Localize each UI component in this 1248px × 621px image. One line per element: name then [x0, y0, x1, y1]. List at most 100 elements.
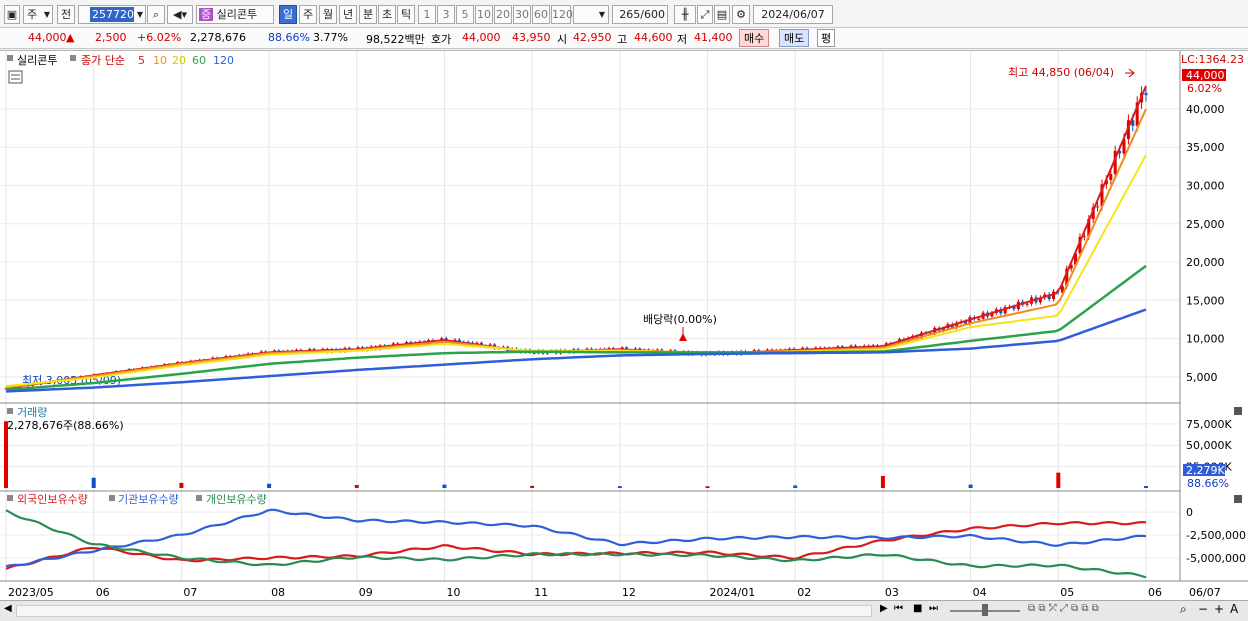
ma-line-60	[5, 264, 1147, 392]
volume-panel-title[interactable]: 거래량	[17, 406, 47, 419]
max-arrow-icon	[1125, 68, 1135, 78]
scroll-right-icon[interactable]: ▶	[880, 603, 888, 614]
candle-icon[interactable]: ╫	[674, 5, 696, 24]
x-axis-label: 2023/05	[8, 586, 54, 599]
interval-30[interactable]: 30	[513, 5, 531, 24]
forward-icon[interactable]: ⏭	[929, 603, 938, 614]
stock-name: 실리콘투	[216, 8, 258, 21]
interval-1[interactable]: 1	[418, 5, 436, 24]
rewind-icon[interactable]: ⏮	[894, 603, 903, 614]
candle-body	[1082, 236, 1086, 238]
legend-stock-name[interactable]: 실리콘투	[17, 54, 57, 67]
legend-marker	[7, 495, 13, 501]
interval-120[interactable]: 120	[551, 5, 573, 24]
volume-bar	[1056, 472, 1061, 488]
x-axis-label: 11	[534, 586, 548, 599]
legend-foreign-holdings[interactable]: 외국인보유수량	[17, 493, 88, 506]
save-icon[interactable]: ▤	[714, 5, 730, 24]
search-icon[interactable]: ⌕	[147, 5, 165, 24]
interval-10[interactable]: 10	[475, 5, 493, 24]
minus-icon[interactable]: −	[1198, 602, 1208, 616]
close-panel-icon[interactable]	[1234, 495, 1242, 503]
price-y-tick: 15,000	[1186, 294, 1225, 307]
stock-name-field[interactable]: 증 실리콘투	[196, 5, 274, 24]
close-panel-icon[interactable]	[1234, 407, 1242, 415]
candle-body	[1144, 92, 1148, 96]
interval-select[interactable]: ▼	[573, 5, 609, 24]
calculator-icon[interactable]	[8, 70, 23, 84]
candle-body	[1096, 206, 1100, 208]
high-price: 44,600	[634, 31, 673, 44]
high-label: 고	[617, 33, 628, 46]
eval-button[interactable]: 평	[817, 29, 836, 47]
legend-individual-holdings[interactable]: 개인보유수량	[206, 493, 267, 506]
buy-button[interactable]: 매수	[739, 29, 770, 47]
volume-bar	[91, 477, 96, 488]
speaker-icon[interactable]: ◀▾	[167, 5, 193, 24]
count-input[interactable]: 265	[619, 8, 640, 21]
period-tab-minute[interactable]: 분	[359, 5, 377, 24]
plus-icon[interactable]: +	[1214, 602, 1224, 616]
period-tab-tick[interactable]: 틱	[397, 5, 415, 24]
count-field[interactable]: 265/600	[612, 5, 668, 24]
legend-institution-holdings[interactable]: 기관보유수량	[118, 493, 179, 506]
period-tab-month[interactable]: 월	[319, 5, 337, 24]
legend-ma-20: 20	[172, 54, 186, 67]
sell-button[interactable]: 매도	[779, 29, 810, 47]
period-tab-day[interactable]: 일	[279, 5, 297, 24]
zoom-icon[interactable]: ⌕	[1180, 602, 1187, 617]
window-icon[interactable]: ▣	[4, 5, 20, 24]
period-tab-year[interactable]: 년	[339, 5, 357, 24]
period-tab-week[interactable]: 주	[299, 5, 317, 24]
line-tool-icon[interactable]: ⤢	[697, 5, 713, 24]
moving-average-lines	[5, 85, 1147, 393]
stock-code-field[interactable]: 257720 ▼	[78, 5, 146, 24]
ma-line-10	[5, 108, 1147, 389]
stop-icon[interactable]: ■	[913, 603, 922, 614]
chevron-down-icon[interactable]: ▼	[137, 6, 143, 23]
price-y-tick: 10,000	[1186, 333, 1225, 346]
x-axis-label: 03	[885, 586, 899, 599]
x-axis-label: 02	[797, 586, 811, 599]
price-y-tick: 5,000	[1186, 371, 1218, 384]
up-arrow-icon: ▲	[66, 31, 75, 44]
volume-bar	[4, 421, 8, 488]
candle-body	[1109, 174, 1113, 180]
zoom-slider-handle[interactable]	[982, 604, 988, 616]
date-field[interactable]: 2024/06/07	[753, 5, 833, 24]
period-type-select[interactable]: 주 ▼	[23, 5, 53, 24]
price-y-tick: 30,000	[1186, 179, 1225, 192]
gear-icon[interactable]: ⚙	[732, 5, 750, 24]
period-tab-second[interactable]: 초	[378, 5, 396, 24]
holdings-line-2	[5, 509, 1147, 579]
bottom-scroll-bar: ◀ ▶ ⏮ ■ ⏭ ⧉ ⧉ ⤱ ⤢ ⧉ ⧉ ⧉ ⌕ − + A	[0, 600, 1248, 621]
holdings-y-tick: -2,500,000	[1186, 529, 1246, 542]
interval-3[interactable]: 3	[437, 5, 455, 24]
chart-canvas[interactable]: 실리콘투 종가 단순 5 10 20 60 120 LC:1364.23 44,…	[0, 51, 1248, 601]
font-icon[interactable]: A	[1230, 602, 1238, 616]
x-axis-label: 2024/01	[710, 586, 756, 599]
stock-code-input[interactable]: 257720	[90, 7, 134, 22]
open-label: 시	[557, 33, 568, 46]
period-type-value: 주	[27, 8, 38, 21]
turnover-rate: 3.77%	[313, 31, 348, 44]
chart-area[interactable]: 실리콘투 종가 단순 5 10 20 60 120 LC:1364.23 44,…	[0, 50, 1248, 600]
interval-5[interactable]: 5	[456, 5, 474, 24]
prev-button[interactable]: 전	[57, 5, 75, 24]
interval-20[interactable]: 20	[494, 5, 512, 24]
layout-icons[interactable]: ⧉ ⧉ ⤱ ⤢ ⧉ ⧉ ⧉	[1028, 603, 1099, 614]
legend-ma-label[interactable]: 종가 단순	[81, 54, 125, 67]
low-label: 저	[677, 33, 688, 46]
scroll-left-icon[interactable]: ◀	[4, 603, 12, 614]
legend-marker	[7, 408, 13, 414]
price-y-axis: 40,000 35,000 30,000 25,000 20,000 15,000 10,0…	[1186, 103, 1225, 384]
candlestick-series	[4, 86, 1148, 390]
open-price: 42,950	[573, 31, 612, 44]
interval-60[interactable]: 60	[532, 5, 550, 24]
change-pct-tag: 6.02%	[1187, 82, 1222, 95]
lc-label: LC:1364.23	[1181, 53, 1244, 66]
max-price-label: 최고 44,850 (06/04)	[1008, 66, 1114, 79]
x-axis-label: 06	[96, 586, 110, 599]
scroll-track[interactable]	[16, 605, 872, 617]
x-axis-label: 09	[359, 586, 373, 599]
